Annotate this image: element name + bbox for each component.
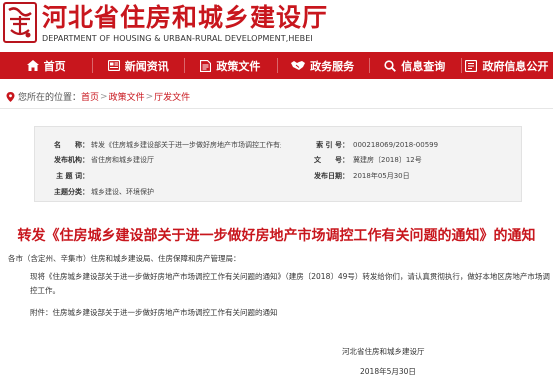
nav-item-label: 新闻资讯 — [124, 59, 169, 73]
meta-label: 主题分类： — [54, 188, 89, 196]
document-signature: 河北省住房和城乡建设厅 — [342, 347, 425, 356]
meta-label: 主 题 词： — [56, 172, 89, 180]
breadcrumb-separator: > — [100, 91, 108, 102]
meta-value-category: 城乡建设、环境保护 — [91, 188, 154, 196]
breadcrumb-current[interactable]: 厅发文件 — [154, 90, 190, 103]
nav-item-label: 政务服务 — [310, 59, 355, 73]
meta-value-name: 转发《住房城乡建设部关于进一步做好房地产市场调控工作有关... — [91, 141, 281, 149]
meta-label: 索 引 号： — [316, 141, 349, 149]
meta-value-docno: 冀建房〔2018〕12号 — [353, 156, 422, 164]
meta-row-keywords: 主 题 词： 发布日期： 2018年05月30日 — [35, 170, 521, 182]
nav-item-label: 首页 — [43, 59, 66, 73]
nav-item-policy[interactable]: 政策文件 — [184, 52, 276, 79]
handshake-icon — [291, 61, 306, 70]
document-signed-date: 2018年5月30日 — [360, 367, 416, 376]
meta-row-name: 名 称： 转发《住房城乡建设部关于进一步做好房地产市场调控工作有关... 索 引… — [35, 139, 521, 151]
nav-item-label: 政策文件 — [216, 59, 261, 73]
breadcrumb-policy[interactable]: 政策文件 — [109, 90, 145, 103]
site-logo[interactable] — [3, 2, 37, 43]
meta-value-issuer: 省住房和城乡建设厅 — [91, 156, 154, 164]
search-icon — [384, 59, 397, 72]
attachment-link[interactable]: 附件：住房城乡建设部关于进一步做好房地产市场调控工作有关问题的通知 — [30, 308, 278, 317]
nav-item-news[interactable]: 新闻资讯 — [92, 52, 184, 79]
logo-seal-icon — [8, 7, 32, 38]
document-icon — [200, 59, 212, 72]
document-meta-box: 名 称： 转发《住房城乡建设部关于进一步做好房地产市场调控工作有关... 索 引… — [34, 126, 522, 202]
document-paragraph-continued: 控工作。 — [30, 286, 60, 295]
main-nav: 首页 新闻资讯 政策文件 政务服务 信息查询 政府信息公开 — [0, 52, 553, 79]
meta-label: 名 称： — [54, 141, 89, 149]
meta-label: 发布机构： — [54, 156, 89, 164]
document-attachment[interactable]: 附件：住房城乡建设部关于进一步做好房地产市场调控工作有关问题的通知 — [30, 306, 278, 320]
meta-row-issuer: 发布机构： 省住房和城乡建设厅 文 号： 冀建房〔2018〕12号 — [35, 154, 521, 166]
breadcrumb-home[interactable]: 首页 — [81, 90, 99, 103]
meta-value-index: 000218069/2018-00599 — [353, 141, 439, 149]
document-title: 转发《住房城乡建设部关于进一步做好房地产市场调控工作有关问题的通知》的通知 — [17, 228, 536, 244]
nav-item-services[interactable]: 政务服务 — [276, 52, 369, 79]
document-paragraph: 现将《住房城乡建设部关于进一步做好房地产市场调控工作有关问题的通知》（建房〔20… — [30, 272, 550, 281]
nav-item-home[interactable]: 首页 — [0, 52, 92, 79]
location-pin-icon — [6, 91, 15, 102]
meta-label: 发布日期： — [314, 172, 349, 180]
nav-item-disclosure[interactable]: 政府信息公开 — [460, 52, 553, 79]
nav-item-label: 政府信息公开 — [482, 59, 549, 73]
nav-item-query[interactable]: 信息查询 — [368, 52, 461, 79]
breadcrumb-prefix: 您所在的位置： — [18, 93, 82, 103]
meta-label: 文 号： — [314, 156, 349, 164]
news-icon — [107, 60, 120, 71]
nav-item-label: 信息查询 — [401, 59, 446, 73]
home-icon — [26, 60, 39, 71]
document-salutation: 各市（含定州、辛集市）住房和城乡建设局、住房保障和房产管理局： — [8, 254, 241, 263]
breadcrumb: 您所在的位置： 首页 > 政策文件 > 厅发文件 — [6, 90, 190, 103]
meta-value-date: 2018年05月30日 — [353, 172, 410, 180]
site-subtitle: DEPARTMENT OF HOUSING & URBAN-RURAL DEVE… — [42, 34, 313, 43]
meta-row-category: 主题分类： 城乡建设、环境保护 — [35, 186, 521, 198]
site-title: 河北省住房和城乡建设厅 — [42, 3, 329, 32]
breadcrumb-separator: > — [145, 91, 154, 102]
site-header: 河北省住房和城乡建设厅 DEPARTMENT OF HOUSING & URBA… — [0, 0, 553, 52]
info-disclosure-icon — [465, 59, 478, 72]
